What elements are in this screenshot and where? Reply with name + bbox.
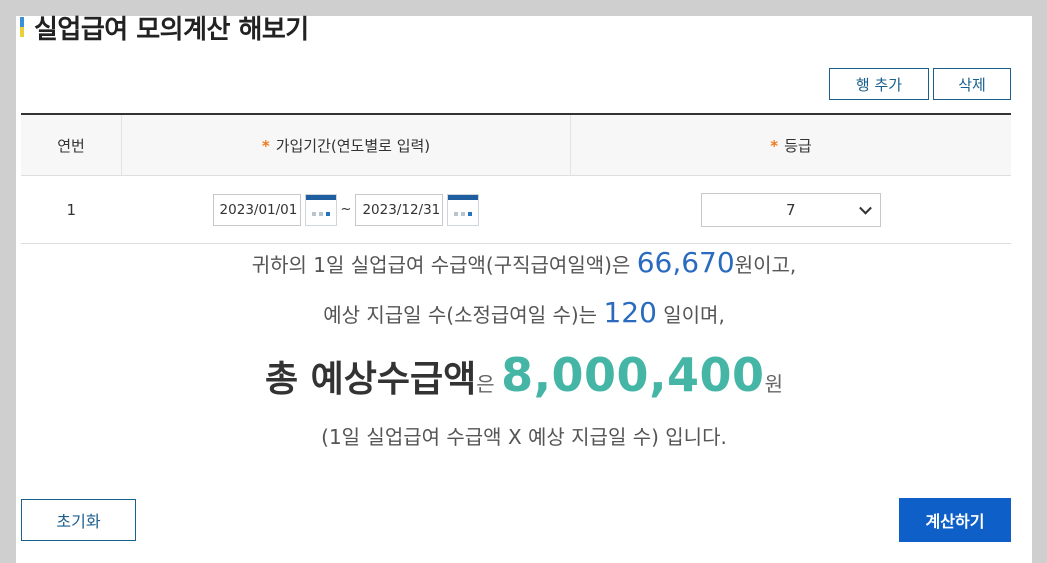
header-period: * 가입기간(연도별로 입력)	[121, 113, 571, 176]
row-number: 1	[21, 175, 122, 244]
date-separator: ~	[340, 202, 352, 217]
add-row-button[interactable]: 행 추가	[829, 68, 929, 100]
header-grade: * 등급	[570, 113, 1011, 176]
required-mark: *	[770, 136, 779, 155]
period-cell: 2023/01/01 ~2023/12/31	[121, 175, 571, 244]
daily-amount-value: 66,670	[636, 246, 735, 279]
table-row: 1 2023/01/01 ~2023/12/31 7	[21, 175, 1011, 244]
required-mark: *	[261, 136, 270, 155]
calendar-icon[interactable]	[304, 193, 337, 226]
chevron-down-icon	[858, 201, 872, 215]
page-title: 실업급여 모의계산 해보기	[34, 14, 309, 45]
payment-days-line: 예상 지급일 수(소정급여일 수)는 120 일이며,	[323, 296, 725, 329]
page-title-block: 실업급여 모의계산 해보기	[20, 12, 309, 45]
total-amount-value: 8,000,400	[501, 348, 765, 402]
end-date-input[interactable]: 2023/12/31	[355, 193, 444, 226]
total-label: 총 예상수급액	[265, 359, 477, 400]
formula-note: (1일 실업급여 수급액 X 예상 지급일 수) 입니다.	[321, 425, 727, 449]
calculator-panel: 실업급여 모의계산 해보기 행 추가 삭제 연번 * 가입기간(연도별로 입력) …	[16, 15, 1032, 563]
reset-button[interactable]: 초기화	[21, 499, 136, 541]
table-header-row: 연번 * 가입기간(연도별로 입력) * 등급	[21, 113, 1011, 176]
start-date-input[interactable]: 2023/01/01	[212, 193, 301, 226]
calculate-button[interactable]: 계산하기	[899, 498, 1011, 542]
header-no: 연번	[21, 113, 122, 176]
grade-select[interactable]: 7	[700, 192, 881, 227]
daily-amount-line: 귀하의 1일 실업급여 수급액(구직급여일액)은 66,670원이고,	[251, 246, 797, 279]
total-amount-line: 총 예상수급액은 8,000,400원	[265, 348, 783, 402]
total-unit: 원	[764, 372, 783, 396]
calendar-icon[interactable]	[447, 193, 480, 226]
grade-value: 7	[785, 200, 796, 219]
delete-button[interactable]: 삭제	[933, 68, 1011, 100]
payment-days-value: 120	[603, 296, 657, 329]
title-accent-bar	[20, 17, 24, 37]
period-table: 연번 * 가입기간(연도별로 입력) * 등급 1 2023/01/01 ~2023/…	[21, 113, 1011, 244]
grade-cell: 7	[570, 175, 1011, 244]
